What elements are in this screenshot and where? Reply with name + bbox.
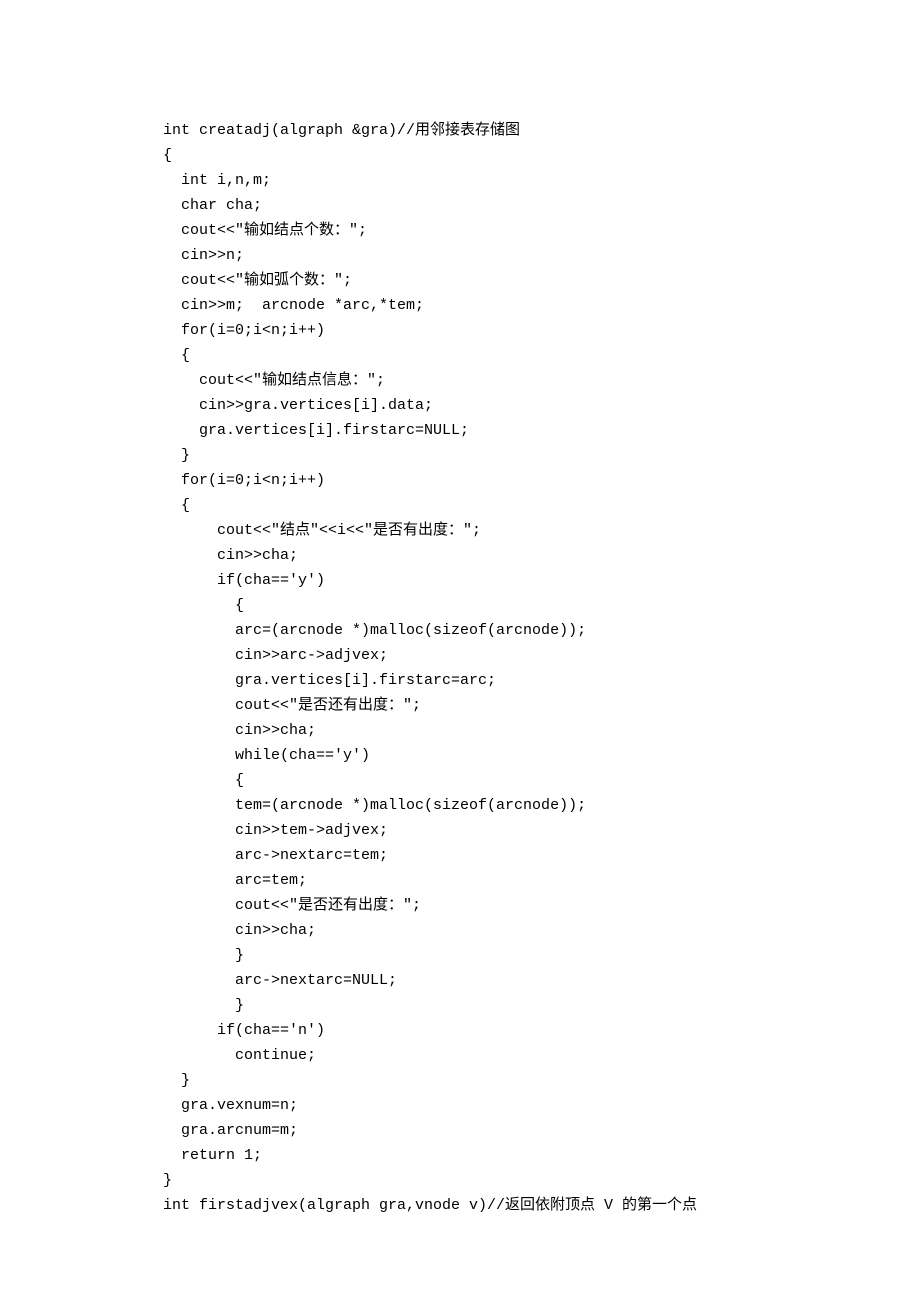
code-line: cin>>cha; — [163, 918, 920, 943]
code-line: for(i=0;i<n;i++) — [163, 318, 920, 343]
code-line: } — [163, 993, 920, 1018]
code-line: int firstadjvex(algraph gra,vnode v)//返回… — [163, 1193, 920, 1218]
code-line: if(cha=='n') — [163, 1018, 920, 1043]
code-line: int creatadj(algraph &gra)//用邻接表存储图 — [163, 118, 920, 143]
code-line: cout<<"输如结点信息："; — [163, 368, 920, 393]
code-line: { — [163, 343, 920, 368]
code-line: } — [163, 943, 920, 968]
code-line: cin>>cha; — [163, 718, 920, 743]
code-line: if(cha=='y') — [163, 568, 920, 593]
code-line: cin>>gra.vertices[i].data; — [163, 393, 920, 418]
code-line: gra.vertices[i].firstarc=NULL; — [163, 418, 920, 443]
code-line: cin>>tem->adjvex; — [163, 818, 920, 843]
code-line: arc->nextarc=NULL; — [163, 968, 920, 993]
code-line: } — [163, 1068, 920, 1093]
code-line: tem=(arcnode *)malloc(sizeof(arcnode)); — [163, 793, 920, 818]
code-line: gra.vertices[i].firstarc=arc; — [163, 668, 920, 693]
code-line: { — [163, 768, 920, 793]
code-line: arc=tem; — [163, 868, 920, 893]
code-line: gra.vexnum=n; — [163, 1093, 920, 1118]
code-line: cout<<"输如弧个数："; — [163, 268, 920, 293]
code-line: cin>>n; — [163, 243, 920, 268]
code-line: cin>>m; arcnode *arc,*tem; — [163, 293, 920, 318]
code-line: cout<<"是否还有出度："; — [163, 693, 920, 718]
code-line: { — [163, 143, 920, 168]
code-line: cout<<"结点"<<i<<"是否有出度："; — [163, 518, 920, 543]
code-line: } — [163, 1168, 920, 1193]
code-line: { — [163, 593, 920, 618]
code-line: } — [163, 443, 920, 468]
code-line: continue; — [163, 1043, 920, 1068]
code-line: arc->nextarc=tem; — [163, 843, 920, 868]
code-line: { — [163, 493, 920, 518]
code-line: cout<<"是否还有出度："; — [163, 893, 920, 918]
code-line: for(i=0;i<n;i++) — [163, 468, 920, 493]
code-line: cin>>cha; — [163, 543, 920, 568]
code-line: gra.arcnum=m; — [163, 1118, 920, 1143]
code-line: return 1; — [163, 1143, 920, 1168]
code-line: while(cha=='y') — [163, 743, 920, 768]
code-document: int creatadj(algraph &gra)//用邻接表存储图 { in… — [0, 0, 920, 1218]
code-line: arc=(arcnode *)malloc(sizeof(arcnode)); — [163, 618, 920, 643]
code-line: char cha; — [163, 193, 920, 218]
code-line: cin>>arc->adjvex; — [163, 643, 920, 668]
code-line: cout<<"输如结点个数："; — [163, 218, 920, 243]
code-line: int i,n,m; — [163, 168, 920, 193]
